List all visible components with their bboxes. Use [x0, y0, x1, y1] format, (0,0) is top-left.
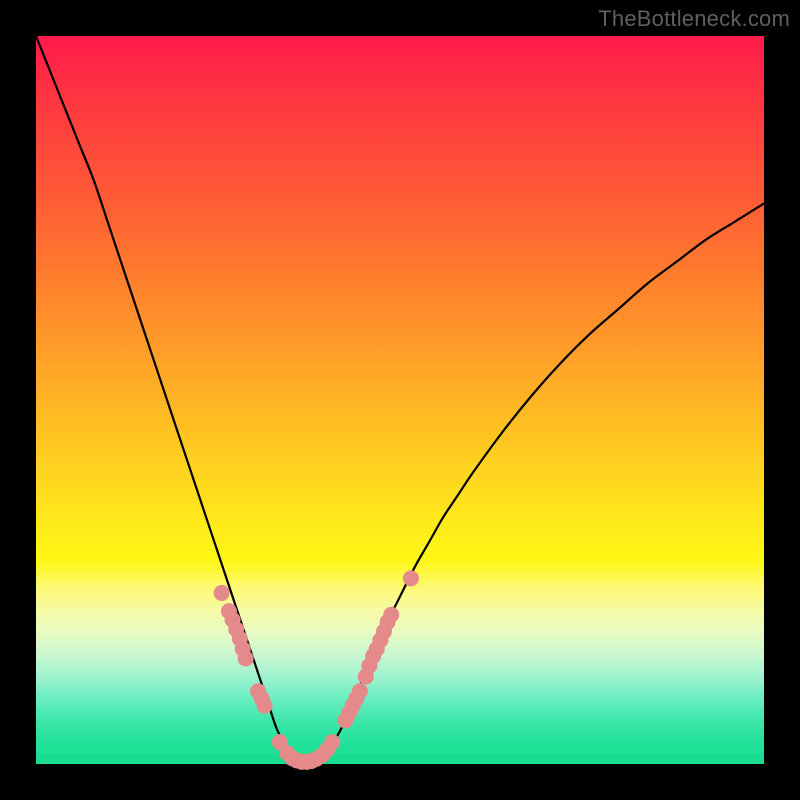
chart-svg [36, 36, 764, 764]
plot-area [36, 36, 764, 764]
chart-frame: TheBottleneck.com [0, 0, 800, 800]
watermark-text: TheBottleneck.com [598, 6, 790, 32]
curve-marker [324, 734, 340, 750]
curve-markers [214, 570, 419, 769]
curve-marker [352, 683, 368, 699]
bottleneck-curve [36, 36, 764, 762]
curve-marker [257, 698, 273, 714]
curve-marker [403, 570, 419, 586]
curve-marker [383, 607, 399, 623]
curve-marker [214, 585, 230, 601]
curve-marker [238, 650, 254, 666]
